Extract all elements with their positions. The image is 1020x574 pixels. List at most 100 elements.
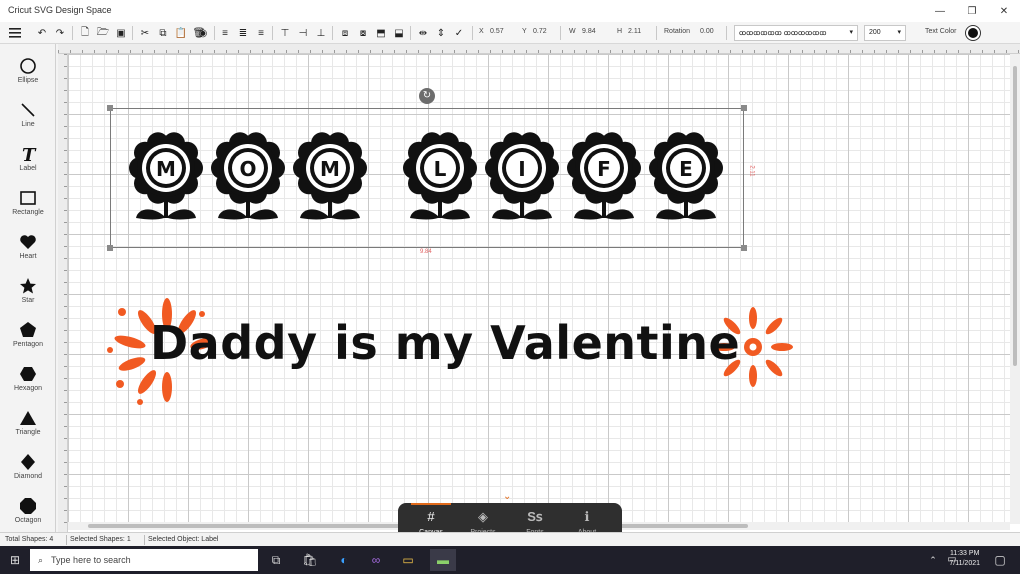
tool-star[interactable]: Star (0, 270, 56, 314)
w-label: W (569, 28, 576, 35)
tool-label: Heart (19, 253, 37, 260)
font-size-select[interactable]: 200 ▾ (864, 25, 906, 41)
undo-icon[interactable]: ↶ (34, 25, 50, 41)
about-icon: ℹ (584, 509, 590, 524)
windows-start-icon[interactable]: ⊞ (7, 552, 23, 568)
cut-icon[interactable]: ✂ (138, 25, 152, 41)
tool-label: Rectangle (12, 209, 44, 216)
close-button[interactable]: ✕ (988, 0, 1020, 22)
y-value[interactable]: 0.72 (533, 28, 547, 35)
visual-studio-icon[interactable]: ∞ (368, 552, 384, 568)
minimize-button[interactable]: — (924, 0, 956, 22)
tool-octagon[interactable]: Octagon (0, 490, 56, 534)
align-center-icon[interactable]: ≣ (236, 25, 250, 41)
store-icon[interactable]: 🛍 (302, 552, 318, 568)
tool-label: Ellipse (17, 77, 39, 84)
bring-forward-icon[interactable]: ⬒ (374, 25, 388, 41)
search-placeholder: Type here to search (51, 555, 131, 565)
flower-letter-char: O (239, 157, 256, 181)
copy-icon[interactable]: ⧉ (156, 25, 170, 41)
task-view-icon[interactable]: ⧉ (268, 552, 284, 568)
selection-height-label: 2.11 (748, 165, 755, 177)
x-value[interactable]: 0.57 (490, 28, 504, 35)
flip-horizontal-icon[interactable]: ⇹ (416, 25, 430, 41)
align-left-icon[interactable]: ≡ (218, 25, 232, 41)
taskbar-clock[interactable]: 11:33 PM 7/11/2021 (949, 549, 980, 569)
align-right-icon[interactable]: ≡ (254, 25, 268, 41)
title-bar: Cricut SVG Design Space — ❐ ✕ (0, 0, 1020, 22)
hexagon-icon (20, 367, 36, 381)
chevron-down-icon[interactable]: ⌄ (503, 491, 511, 502)
design-canvas[interactable]: ↻ 9.84 2.11 M O M L I F E Daddy is my Va… (58, 44, 1020, 532)
cricut-app-icon[interactable]: ▬ (430, 549, 456, 571)
flower-letter: F (566, 132, 642, 228)
tool-pentagon[interactable]: Pentagon (0, 314, 56, 358)
clock-time: 11:33 PM (949, 550, 980, 557)
open-folder-icon[interactable]: 🗁 (96, 25, 110, 41)
target-icon[interactable]: ◉ (196, 25, 210, 41)
selected-object-status: Selected Object: Label (148, 536, 219, 543)
ungroup-icon[interactable]: ⧇ (356, 25, 370, 41)
star-icon (20, 278, 36, 294)
align-top-icon[interactable]: ⊤ (278, 25, 292, 41)
heart-icon (20, 235, 36, 249)
tool-hexagon[interactable]: Hexagon (0, 358, 56, 402)
resize-handle-top-left[interactable] (107, 105, 113, 111)
tool-diamond[interactable]: Diamond (0, 446, 56, 490)
resize-handle-top-right[interactable] (741, 105, 747, 111)
valentine-text[interactable]: Daddy is my Valentine (150, 316, 740, 370)
status-bar: Total Shapes: 4 Selected Shapes: 1 Selec… (0, 532, 1020, 546)
tray-chevron-up-icon[interactable]: ⌃ (925, 552, 941, 568)
x-label: X (479, 28, 484, 35)
color-swatch-icon (968, 28, 978, 38)
redo-icon[interactable]: ↷ (52, 25, 68, 41)
taskbar-search[interactable]: ⌕ Type here to search (30, 549, 258, 571)
tool-label: Pentagon (13, 341, 43, 348)
tool-ellipse[interactable]: Ellipse (0, 50, 56, 94)
menu-icon[interactable] (6, 25, 24, 41)
tool-label: Triangle (15, 429, 41, 436)
tool-heart[interactable]: Heart (0, 226, 56, 270)
tool-label-text[interactable]: T Label (0, 138, 56, 182)
ellipse-icon (20, 58, 36, 74)
chevron-down-icon: ▾ (897, 29, 901, 36)
align-middle-icon[interactable]: ⊣ (296, 25, 310, 41)
check-icon[interactable]: ✓ (452, 25, 466, 41)
paste-icon[interactable]: 📋 (174, 25, 188, 41)
tool-rectangle[interactable]: Rectangle (0, 182, 56, 226)
restore-button[interactable]: ❐ (956, 0, 988, 22)
rotate-handle-icon[interactable]: ↻ (419, 88, 435, 104)
vertical-scrollbar[interactable] (1010, 54, 1020, 524)
text-color-label: Text Color (925, 28, 957, 35)
font-select[interactable]: ꝏꝏꝏꝏꝏꝏ ꝏꝏꝏꝏꝏꝏ ▾ (734, 25, 858, 41)
flower-letter: M (292, 132, 368, 228)
send-backward-icon[interactable]: ⬓ (392, 25, 406, 41)
group-icon[interactable]: ⧈ (338, 25, 352, 41)
notifications-icon[interactable]: ▢ (992, 552, 1008, 568)
flower-letter: L (402, 132, 478, 228)
app-title: Cricut SVG Design Space (8, 5, 112, 15)
clock-date: 7/11/2021 (949, 560, 980, 567)
tool-triangle[interactable]: Triangle (0, 402, 56, 446)
flower-letter-char: I (518, 157, 525, 181)
edge-browser-icon[interactable]: ◐ (336, 552, 352, 568)
flower-letter-char: M (156, 157, 176, 181)
diamond-icon (21, 454, 35, 470)
w-value[interactable]: 9.84 (582, 28, 596, 35)
windows-taskbar: ⊞ ⌕ Type here to search ⧉ 🛍 ◐ ∞ ▭ ▬ ⌃ ▭ … (0, 546, 1020, 574)
new-file-icon[interactable]: 🗋 (78, 25, 92, 41)
resize-handle-bottom-left[interactable] (107, 245, 113, 251)
align-bottom-icon[interactable]: ⊥ (314, 25, 328, 41)
h-value[interactable]: 2.11 (628, 28, 641, 35)
text-color-button[interactable] (965, 25, 981, 41)
rotation-value[interactable]: 0.00 (700, 28, 714, 35)
tool-line[interactable]: Line (0, 94, 56, 138)
horizontal-ruler (58, 44, 1020, 54)
triangle-icon (20, 411, 36, 425)
flower-letter-char: L (434, 157, 447, 181)
save-icon[interactable]: ▣ (114, 25, 128, 41)
scroll-thumb[interactable] (1013, 66, 1017, 366)
file-explorer-icon[interactable]: ▭ (400, 552, 416, 568)
resize-handle-bottom-right[interactable] (741, 245, 747, 251)
flip-vertical-icon[interactable]: ⇕ (434, 25, 448, 41)
